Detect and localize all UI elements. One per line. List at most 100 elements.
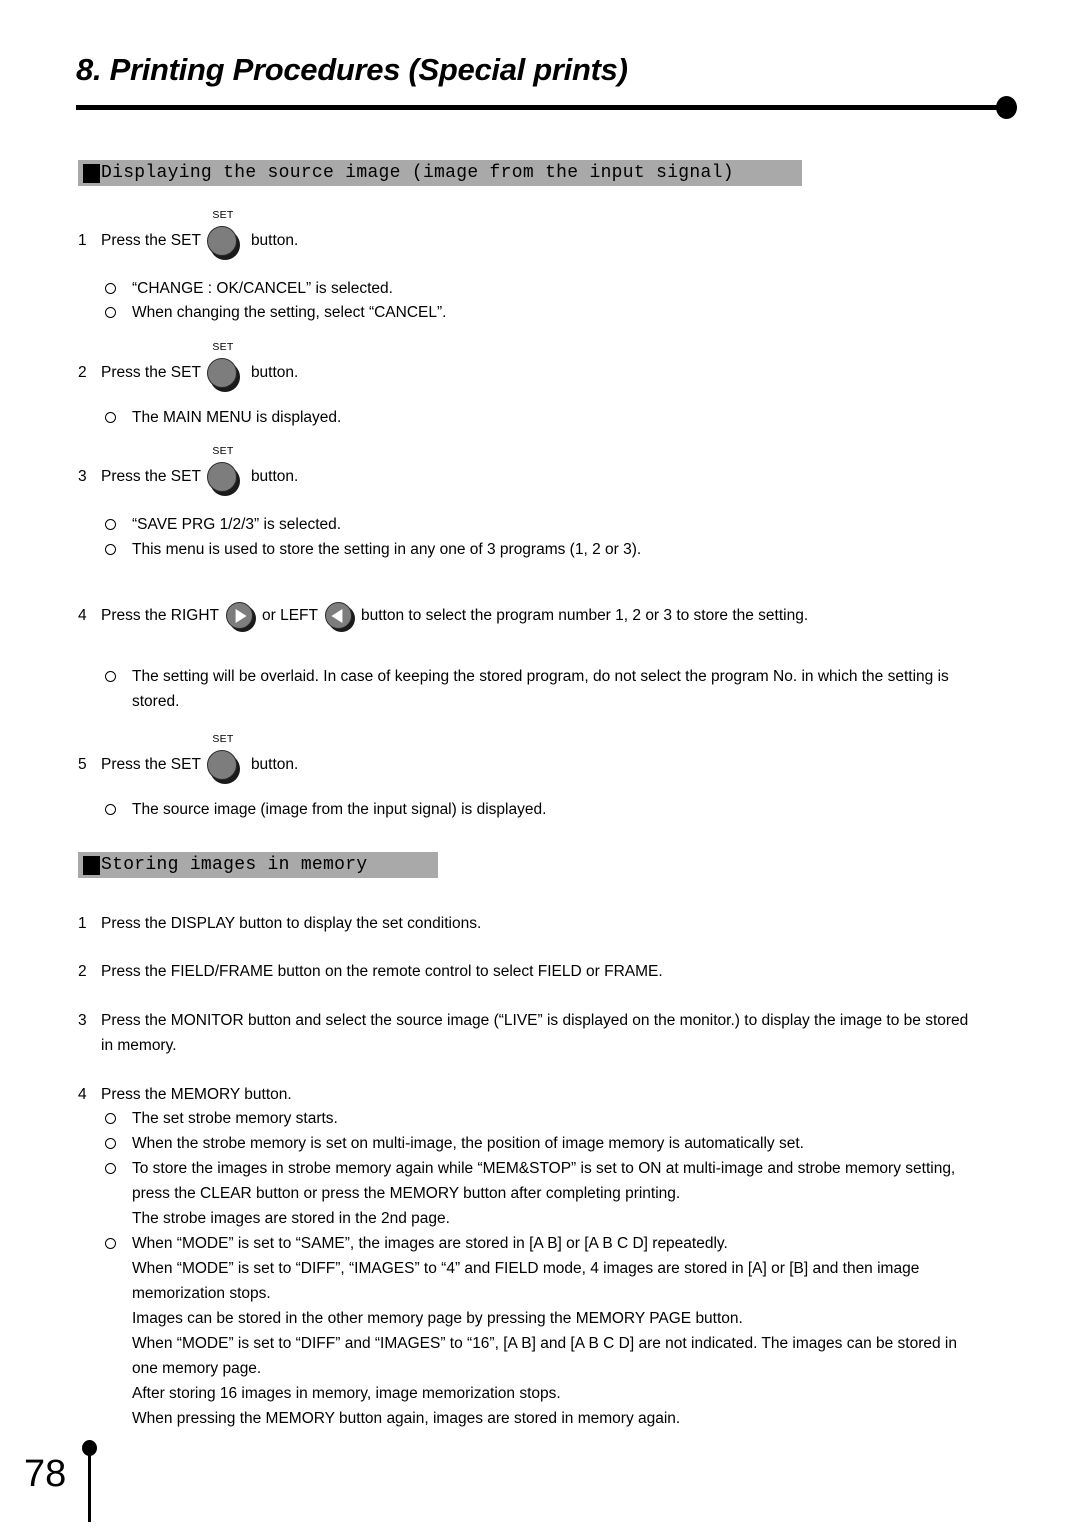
set-button-circle [206, 226, 237, 256]
memory-step-3-text-line-1: Press the MONITOR button and select the … [101, 1012, 969, 1029]
memory-step-3-text-line-2: in memory. [101, 1037, 177, 1054]
bullet-ring-icon [105, 412, 116, 423]
memory-bullet-1: The set strobe memory starts. [105, 1106, 1045, 1131]
document-page: 8. Printing Procedures (Special prints) … [0, 0, 1080, 1528]
set-button-label: SET [212, 733, 234, 745]
bullet-text-line-3: memorization stops. [132, 1285, 271, 1302]
bullet-text: When the strobe memory is set on multi-i… [132, 1135, 804, 1152]
bullet-text-line-2: press the CLEAR button or press the MEMO… [132, 1185, 681, 1202]
set-button-label: SET [212, 445, 234, 457]
step-3-bullet-2: This menu is used to store the setting i… [105, 537, 641, 562]
step-5-row: 5 Press the SET SET button. [78, 734, 299, 784]
step-4-bullet-1: The setting will be overlaid. In case of… [105, 664, 1035, 714]
bullet-text-line-5: When “MODE” is set to “DIFF” and “IMAGES… [132, 1335, 957, 1352]
section-header-label: Displaying the source image (image from … [101, 163, 734, 183]
memory-step-3: 3 Press the MONITOR button and select th… [78, 1008, 1038, 1058]
bullet-ring-icon [105, 519, 116, 530]
memory-step-2-text: Press the FIELD/FRAME button on the remo… [101, 963, 663, 980]
step-1-number: 1 [78, 232, 87, 249]
bullet-ring-icon [105, 1238, 116, 1249]
bullet-text-line-2: stored. [132, 693, 180, 710]
step-3-bullet-1: “SAVE PRG 1/2/3” is selected. [105, 512, 341, 537]
header-rule-end-dot-icon [996, 96, 1017, 119]
bullet-text-line-4: Images can be stored in the other memory… [132, 1310, 743, 1327]
step-1-text-before: Press the SET [101, 232, 201, 249]
section-square-bullet-icon [83, 163, 100, 183]
step-3-text-after: button. [250, 468, 299, 485]
step-2-number: 2 [78, 364, 87, 381]
set-button-circle [206, 750, 237, 780]
step-4-number: 4 [78, 607, 87, 624]
memory-bullet-2: When the strobe memory is set on multi-i… [105, 1131, 1045, 1156]
step-4-mid-text: or LEFT [262, 607, 318, 624]
step-2-bullet-1: The MAIN MENU is displayed. [105, 405, 341, 430]
bullet-text-line-3: The strobe images are stored in the 2nd … [132, 1210, 450, 1227]
bullet-ring-icon [105, 671, 116, 682]
set-button-label: SET [212, 209, 234, 221]
step-1-bullet-2: When changing the setting, select “CANCE… [105, 300, 446, 325]
bullet-ring-icon [105, 1163, 116, 1174]
step-4-text-after: button to select the program number 1, 2… [360, 607, 809, 624]
step-5-text-after: button. [250, 756, 299, 773]
bullet-text: When changing the setting, select “CANCE… [132, 304, 447, 321]
step-5-number: 5 [78, 756, 87, 773]
bullet-ring-icon [105, 804, 116, 815]
memory-step-1-number: 1 [78, 915, 87, 932]
page-number: 78 [24, 1453, 67, 1495]
step-2-row: 2 Press the SET SET button. [78, 342, 299, 392]
bullet-text: The MAIN MENU is displayed. [132, 409, 342, 426]
step-3-number: 3 [78, 468, 87, 485]
step-5-bullet-1: The source image (image from the input s… [105, 797, 546, 822]
bullet-ring-icon [105, 1138, 116, 1149]
memory-step-4-text: Press the MEMORY button. [101, 1086, 292, 1103]
memory-bullet-4: When “MODE” is set to “SAME”, the images… [105, 1231, 1050, 1431]
set-button-label: SET [212, 341, 234, 353]
step-3-text-before: Press the SET [101, 468, 201, 485]
footer-vertical-rule [88, 1450, 91, 1522]
step-2-text-before: Press the SET [101, 364, 201, 381]
bullet-text-line-2: When “MODE” is set to “DIFF”, “IMAGES” t… [132, 1260, 920, 1277]
step-1-bullet-1: “CHANGE : OK/CANCEL” is selected. [105, 276, 393, 301]
bullet-ring-icon [105, 283, 116, 294]
bullet-ring-icon [105, 307, 116, 318]
section-header-storing-images-in-memory: Storing images in memory [78, 852, 438, 878]
left-button-icon[interactable] [322, 601, 358, 632]
page-title: 8. Printing Procedures (Special prints) [76, 52, 628, 87]
bullet-text-line-1: When “MODE” is set to “SAME”, the images… [132, 1235, 728, 1252]
bullet-text: The source image (image from the input s… [132, 801, 547, 818]
bullet-text-line-8: When pressing the MEMORY button again, i… [132, 1410, 681, 1427]
set-button-icon[interactable]: SET [201, 734, 245, 784]
bullet-text-line-1: The setting will be overlaid. In case of… [132, 668, 949, 685]
step-1-text-after: button. [250, 232, 299, 249]
right-arrow-glyph-icon [226, 602, 253, 629]
bullet-ring-icon [105, 1113, 116, 1124]
bullet-text-line-6: one memory page. [132, 1360, 262, 1377]
memory-step-1: 1 Press the DISPLAY button to display th… [78, 911, 1028, 936]
header-divider-rule [76, 105, 1004, 110]
bullet-text: This menu is used to store the setting i… [132, 541, 642, 558]
set-button-circle [206, 358, 237, 388]
memory-step-1-text: Press the DISPLAY button to display the … [101, 915, 482, 932]
set-button-icon[interactable]: SET [201, 210, 245, 260]
step-4-text-before: Press the RIGHT [101, 607, 219, 624]
section-square-bullet-icon [83, 855, 100, 875]
memory-step-2: 2 Press the FIELD/FRAME button on the re… [78, 959, 1028, 984]
step-1-row: 1 Press the SET SET button. [78, 210, 299, 260]
bullet-text: “SAVE PRG 1/2/3” is selected. [132, 516, 342, 533]
bullet-ring-icon [105, 544, 116, 555]
step-5-text-before: Press the SET [101, 756, 201, 773]
bullet-text-line-1: To store the images in strobe memory aga… [132, 1160, 956, 1177]
step-2-text-after: button. [250, 364, 299, 381]
right-button-icon[interactable] [223, 601, 259, 632]
set-button-icon[interactable]: SET [201, 342, 245, 392]
memory-step-4-number: 4 [78, 1086, 87, 1103]
section-header-displaying-source-image: Displaying the source image (image from … [78, 160, 802, 186]
memory-step-3-number: 3 [78, 1012, 87, 1029]
step-4-row: 4 Press the RIGHT or LEFT button to sele… [78, 601, 809, 632]
section-header-label: Storing images in memory [101, 855, 368, 875]
bullet-text: “CHANGE : OK/CANCEL” is selected. [132, 280, 393, 297]
bullet-text-line-7: After storing 16 images in memory, image… [132, 1385, 561, 1402]
left-arrow-glyph-icon [324, 602, 352, 629]
bullet-text: The set strobe memory starts. [132, 1110, 338, 1127]
set-button-icon[interactable]: SET [201, 446, 245, 496]
